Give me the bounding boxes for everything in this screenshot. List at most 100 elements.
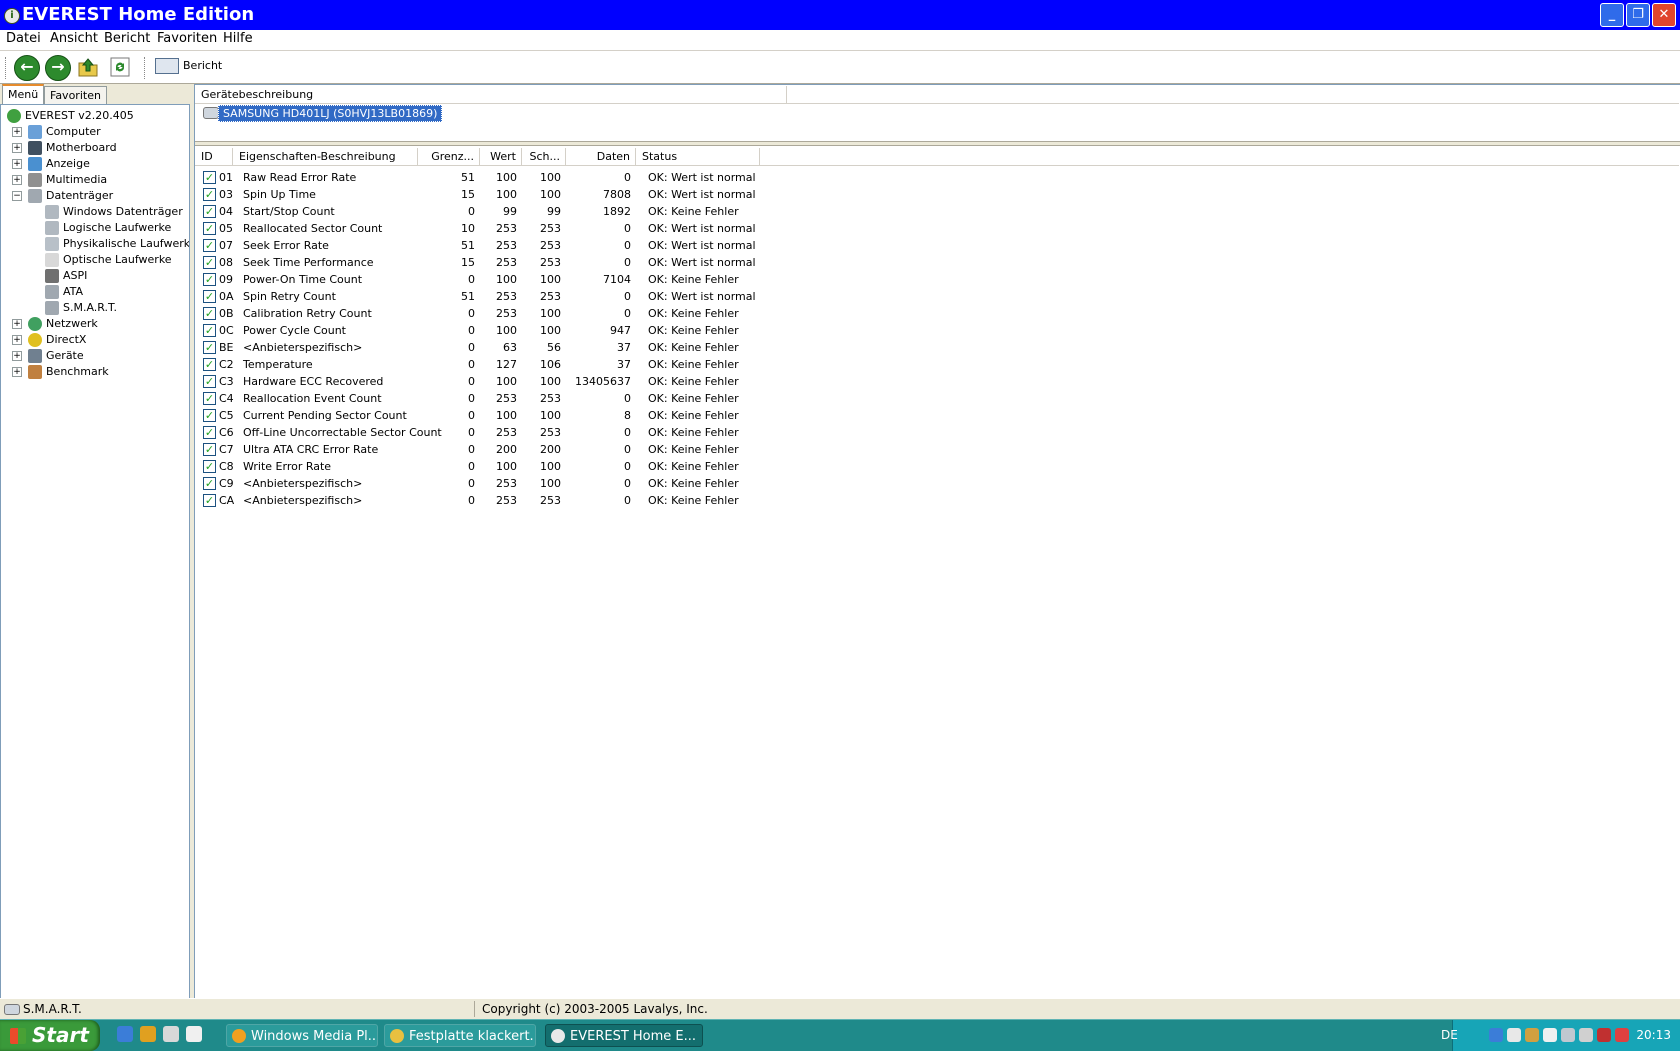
table-row[interactable]: ✓ C8 Write Error Rate 0 100 100 0 OK: Keine Feh…: [195, 458, 1679, 475]
column-header-description[interactable]: Eigenschaften-Beschreibung: [233, 148, 418, 166]
table-row[interactable]: ✓ BE <Anbieterspezifisch> 0 63 56 37 OK: Keine …: [195, 339, 1679, 356]
table-row[interactable]: ✓ C3 Hardware ECC Recovered 0 100 100 13405637…: [195, 373, 1679, 390]
table-row[interactable]: ✓ 08 Seek Time Performance 15 253 253 0 OK: Wer…: [195, 254, 1679, 271]
forward-arrow-icon[interactable]: →: [45, 55, 71, 81]
row-checkbox[interactable]: ✓: [203, 460, 216, 473]
row-checkbox[interactable]: ✓: [203, 307, 216, 320]
tree-item[interactable]: ATA: [1, 284, 187, 300]
table-row[interactable]: ✓ 05 Reallocated Sector Count 10 253 253 0 OK: …: [195, 220, 1679, 237]
antivirus-tray-icon[interactable]: [1597, 1028, 1611, 1042]
row-checkbox[interactable]: ✓: [203, 222, 216, 235]
tab-favoriten[interactable]: Favoriten: [44, 86, 107, 104]
row-checkbox[interactable]: ✓: [203, 358, 216, 371]
expand-icon[interactable]: +: [12, 175, 22, 185]
menu-hilfe[interactable]: Hilfe: [221, 31, 255, 46]
tree-item[interactable]: Logische Laufwerke: [1, 220, 187, 236]
volume-tray-icon[interactable]: [1579, 1028, 1593, 1042]
row-checkbox[interactable]: ✓: [203, 239, 216, 252]
table-row[interactable]: ✓ CA <Anbieterspezifisch> 0 253 253 0 OK: Keine…: [195, 492, 1679, 509]
start-button[interactable]: Start: [0, 1020, 100, 1051]
expand-icon[interactable]: +: [12, 143, 22, 153]
up-folder-icon[interactable]: [76, 55, 100, 79]
media-quicklaunch-icon[interactable]: [140, 1026, 156, 1042]
table-row[interactable]: ✓ 01 Raw Read Error Rate 51 100 100 0 OK: Wert …: [195, 169, 1679, 186]
menu-ansicht[interactable]: Ansicht: [48, 31, 100, 46]
everest-tray-icon[interactable]: [1507, 1028, 1521, 1042]
row-checkbox[interactable]: ✓: [203, 477, 216, 490]
expand-icon[interactable]: +: [12, 159, 22, 169]
display-tray-icon[interactable]: [1561, 1028, 1575, 1042]
row-checkbox[interactable]: ✓: [203, 256, 216, 269]
table-row[interactable]: ✓ 07 Seek Error Rate 51 253 253 0 OK: Wert ist …: [195, 237, 1679, 254]
tree-item[interactable]: Optische Laufwerke: [1, 252, 187, 268]
table-row[interactable]: ✓ 03 Spin Up Time 15 100 100 7808 OK: Wert ist …: [195, 186, 1679, 203]
tree-item[interactable]: Physikalische Laufwerke: [1, 236, 189, 252]
network-tray-icon[interactable]: [1489, 1028, 1503, 1042]
table-row[interactable]: ✓ 04 Start/Stop Count 0 99 99 1892 OK: Keine Fe…: [195, 203, 1679, 220]
row-checkbox[interactable]: ✓: [203, 443, 216, 456]
row-checkbox[interactable]: ✓: [203, 392, 216, 405]
tree-item[interactable]: + Motherboard: [1, 140, 187, 156]
table-row[interactable]: ✓ 0B Calibration Retry Count 0 253 100 0 OK: Ke…: [195, 305, 1679, 322]
row-checkbox[interactable]: ✓: [203, 205, 216, 218]
row-checkbox[interactable]: ✓: [203, 426, 216, 439]
menu-favoriten[interactable]: Favoriten: [155, 31, 219, 46]
tab-menu[interactable]: Menü: [2, 84, 45, 106]
refresh-icon[interactable]: [108, 55, 132, 79]
tree-item[interactable]: + DirectX: [1, 332, 187, 348]
column-header-threshold[interactable]: Grenz...: [418, 148, 480, 166]
back-arrow-icon[interactable]: ←: [14, 55, 40, 81]
table-row[interactable]: ✓ C4 Reallocation Event Count 0 253 253 0 OK: K…: [195, 390, 1679, 407]
device-description-header[interactable]: Gerätebeschreibung: [195, 86, 787, 104]
table-row[interactable]: ✓ C6 Off-Line Uncorrectable Sector Count 0 2…: [195, 424, 1679, 441]
row-checkbox[interactable]: ✓: [203, 188, 216, 201]
expand-icon[interactable]: +: [12, 127, 22, 137]
collapse-icon[interactable]: −: [12, 191, 22, 201]
minimize-button[interactable]: _: [1600, 3, 1624, 27]
column-header-id[interactable]: ID: [195, 148, 233, 166]
task-festplatte[interactable]: Festplatte klackert...: [384, 1024, 536, 1047]
expand-icon[interactable]: +: [12, 367, 22, 377]
column-header-worst[interactable]: Sch...: [522, 148, 566, 166]
restore-button[interactable]: ❐: [1626, 3, 1650, 27]
tree-item[interactable]: + Anzeige: [1, 156, 187, 172]
tree-item[interactable]: S.M.A.R.T.: [1, 300, 187, 316]
selected-device[interactable]: SAMSUNG HD401LJ (S0HVJ13LB01869): [218, 105, 443, 122]
umbrella-tray-icon[interactable]: [1615, 1028, 1629, 1042]
row-checkbox[interactable]: ✓: [203, 409, 216, 422]
table-row[interactable]: ✓ 0C Power Cycle Count 0 100 100 947 OK: Keine …: [195, 322, 1679, 339]
tree-item[interactable]: Windows Datenträger: [1, 204, 187, 220]
tree-item[interactable]: + Benchmark: [1, 364, 187, 380]
row-checkbox[interactable]: ✓: [203, 273, 216, 286]
table-row[interactable]: ✓ C2 Temperature 0 127 106 37 OK: Keine Fehler: [195, 356, 1679, 373]
row-checkbox[interactable]: ✓: [203, 341, 216, 354]
task-everest[interactable]: EVEREST Home E...: [545, 1024, 703, 1047]
tree-item[interactable]: + Computer: [1, 124, 187, 140]
row-checkbox[interactable]: ✓: [203, 324, 216, 337]
column-header-data[interactable]: Daten: [566, 148, 636, 166]
column-header-status[interactable]: Status: [636, 148, 760, 166]
expand-icon[interactable]: +: [12, 351, 22, 361]
row-checkbox[interactable]: ✓: [203, 494, 216, 507]
table-row[interactable]: ✓ 09 Power-On Time Count 0 100 100 7104 OK: Kei…: [195, 271, 1679, 288]
sun-tray-icon[interactable]: [1525, 1028, 1539, 1042]
expand-icon[interactable]: +: [12, 319, 22, 329]
menu-bericht[interactable]: Bericht: [102, 31, 152, 46]
tree-item[interactable]: + Multimedia: [1, 172, 187, 188]
row-checkbox[interactable]: ✓: [203, 171, 216, 184]
ie-quicklaunch-icon[interactable]: [117, 1026, 133, 1042]
tree-item[interactable]: + Netzwerk: [1, 316, 187, 332]
table-row[interactable]: ✓ C5 Current Pending Sector Count 0 100 100 8 O…: [195, 407, 1679, 424]
task-windows-media-player[interactable]: Windows Media Pl...: [226, 1024, 378, 1047]
tree-item[interactable]: EVEREST v2.20.405: [1, 108, 187, 124]
close-button[interactable]: ✕: [1652, 3, 1676, 27]
table-row[interactable]: ✓ C7 Ultra ATA CRC Error Rate 0 200 200 0 OK: K…: [195, 441, 1679, 458]
safely-remove-tray-icon[interactable]: [1543, 1028, 1557, 1042]
language-indicator[interactable]: DE: [1441, 1028, 1458, 1042]
title-bar[interactable]: i EVEREST Home Edition _ ❐ ✕: [0, 0, 1680, 30]
tree-item[interactable]: ASPI: [1, 268, 187, 284]
menu-datei[interactable]: Datei: [4, 31, 43, 46]
desktop-quicklaunch-icon[interactable]: [186, 1026, 202, 1042]
row-checkbox[interactable]: ✓: [203, 375, 216, 388]
column-header-value[interactable]: Wert: [480, 148, 522, 166]
